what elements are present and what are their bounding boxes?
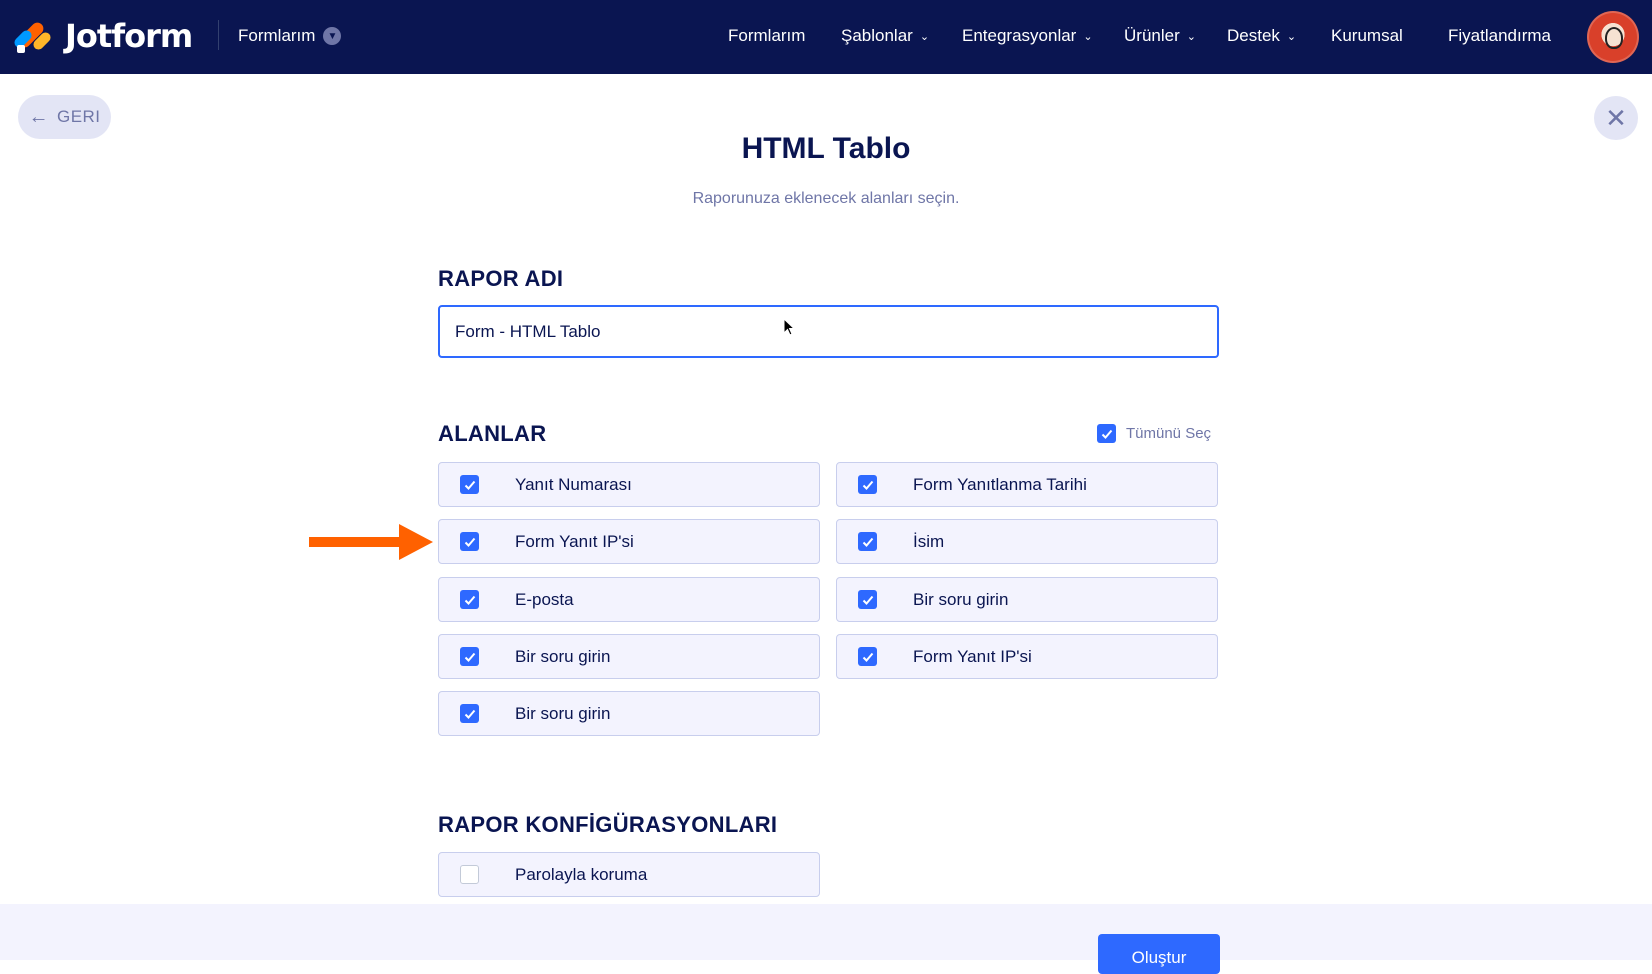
- field-option[interactable]: E-posta: [438, 577, 820, 622]
- config-heading: RAPOR KONFİGÜRASYONLARI: [438, 812, 778, 837]
- checkbox-unchecked-icon: [460, 865, 479, 884]
- my-forms-dropdown[interactable]: Formlarım ▼: [238, 22, 342, 50]
- checkbox-checked-icon: [858, 590, 877, 609]
- create-button-label: Oluştur: [1131, 948, 1187, 967]
- create-button[interactable]: Oluştur: [1098, 934, 1220, 974]
- chevron-down-icon: ▼: [323, 27, 342, 45]
- nav-urunler[interactable]: Ürünler ⌄: [1124, 22, 1196, 50]
- field-option-label: Parolayla koruma: [515, 864, 648, 884]
- report-name-heading: RAPOR ADI: [438, 266, 564, 291]
- nav-kurumsal[interactable]: Kurumsal: [1331, 22, 1403, 50]
- jotform-logo-icon: [12, 19, 53, 53]
- field-option-label: Form Yanıtlanma Tarihi: [913, 474, 1087, 494]
- checkbox-checked-icon: [460, 590, 479, 609]
- brand-name: Jotform: [65, 17, 193, 55]
- nav-label: Formlarım: [728, 26, 806, 45]
- nav-label: Kurumsal: [1331, 26, 1403, 45]
- page-subtitle: Raporunuza eklenecek alanları seçin.: [692, 190, 960, 207]
- field-option-label: Bir soru girin: [515, 703, 611, 723]
- nav-label: Ürünler: [1124, 26, 1180, 45]
- checkbox-checked-icon: [1097, 424, 1116, 443]
- checkbox-checked-icon: [460, 475, 479, 494]
- checkbox-checked-icon: [858, 647, 877, 666]
- field-option-label: Form Yanıt IP'si: [913, 646, 1032, 666]
- field-option[interactable]: Form Yanıt IP'si: [836, 634, 1218, 679]
- checkbox-checked-icon: [858, 475, 877, 494]
- field-option-label: Bir soru girin: [515, 646, 611, 666]
- chevron-down-icon: ⌄: [1186, 30, 1196, 43]
- field-option[interactable]: Bir soru girin: [438, 691, 820, 736]
- report-name-input[interactable]: [438, 305, 1219, 358]
- field-option[interactable]: Bir soru girin: [438, 634, 820, 679]
- field-option[interactable]: Form Yanıtlanma Tarihi: [836, 462, 1218, 507]
- jotform-logo[interactable]: Jotform: [12, 16, 193, 56]
- fields-heading: ALANLAR: [438, 421, 547, 446]
- back-button-label: GERI: [56, 107, 101, 126]
- footer-bar: [0, 904, 1652, 960]
- field-option-label: Bir soru girin: [913, 589, 1009, 609]
- nav-formlarim[interactable]: Formlarım: [728, 22, 805, 50]
- nav-fiyatlandirma[interactable]: Fiyatlandırma: [1448, 22, 1551, 50]
- field-option[interactable]: İsim: [836, 519, 1218, 564]
- password-protection-option[interactable]: Parolayla koruma: [438, 852, 820, 897]
- checkbox-checked-icon: [460, 532, 479, 551]
- nav-label: Entegrasyonlar: [962, 26, 1077, 45]
- field-option[interactable]: Yanıt Numarası: [438, 462, 820, 507]
- checkbox-checked-icon: [460, 704, 479, 723]
- mouse-pointer-icon: [783, 318, 796, 336]
- checkbox-checked-icon: [460, 647, 479, 666]
- checkbox-checked-icon: [858, 532, 877, 551]
- chevron-down-icon: ⌄: [1286, 30, 1297, 43]
- select-all-checkbox[interactable]: Tümünü Seç: [1097, 424, 1211, 443]
- field-option[interactable]: Form Yanıt IP'si: [438, 519, 820, 564]
- field-option-label: Yanıt Numarası: [515, 474, 632, 494]
- nav-label: Şablonlar: [841, 26, 913, 45]
- chevron-down-icon: ⌄: [919, 30, 930, 43]
- nav-sablonlar[interactable]: Şablonlar ⌄: [841, 22, 929, 50]
- header-divider: [218, 20, 219, 50]
- nav-label: Fiyatlandırma: [1448, 26, 1551, 45]
- page-title: HTML Tablo: [741, 132, 911, 165]
- field-option[interactable]: Bir soru girin: [836, 577, 1218, 622]
- nav-label: Destek: [1227, 26, 1280, 45]
- field-option-label: E-posta: [515, 589, 574, 609]
- user-avatar[interactable]: [1587, 11, 1639, 63]
- my-forms-label: Formlarım: [238, 26, 316, 45]
- field-option-label: İsim: [913, 531, 945, 551]
- nav-destek[interactable]: Destek ⌄: [1227, 22, 1296, 50]
- select-all-label: Tümünü Seç: [1126, 425, 1212, 442]
- nav-entegrasyonlar[interactable]: Entegrasyonlar ⌄: [962, 22, 1093, 50]
- avatar-face-icon: [1605, 27, 1623, 49]
- close-icon: ✕: [1605, 102, 1627, 133]
- field-option-label: Form Yanıt IP'si: [515, 531, 634, 551]
- chevron-down-icon: ⌄: [1083, 30, 1093, 43]
- arrow-left-icon: ←: [28, 105, 49, 128]
- top-navigation-bar: Jotform Formlarım ▼ Formlarım Şablonlar …: [0, 0, 1652, 74]
- annotation-arrow-icon: [309, 524, 433, 560]
